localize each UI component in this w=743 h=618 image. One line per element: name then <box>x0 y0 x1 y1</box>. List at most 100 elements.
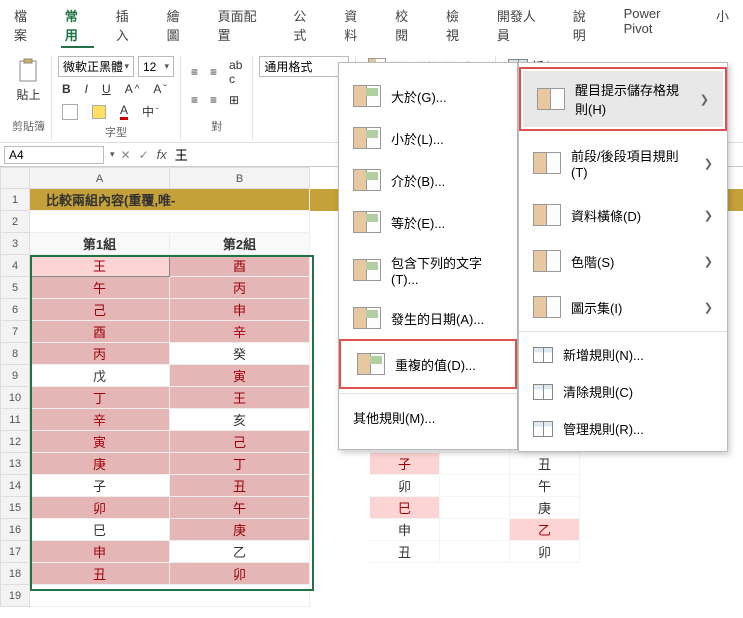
cell[interactable]: 庚 <box>170 519 310 541</box>
cell[interactable]: 子 <box>30 475 170 497</box>
row-header[interactable]: 14 <box>0 475 30 497</box>
row-header[interactable]: 18 <box>0 563 30 585</box>
cell[interactable]: 乙 <box>510 519 580 541</box>
menu-item[interactable]: 前段/後段項目規則(T)❯ <box>519 137 727 189</box>
row-header[interactable]: 8 <box>0 343 30 365</box>
cell[interactable]: 午 <box>170 497 310 519</box>
row-header[interactable]: 4 <box>0 255 30 277</box>
row-header[interactable]: 15 <box>0 497 30 519</box>
cell[interactable]: 王 <box>30 255 170 277</box>
cell[interactable]: 庚 <box>30 453 170 475</box>
cell[interactable]: 丑 <box>30 563 170 585</box>
tab-4[interactable]: 頁面配置 <box>214 4 272 48</box>
row-header[interactable]: 19 <box>0 585 30 607</box>
tab-10[interactable]: 說明 <box>569 4 602 48</box>
cell[interactable]: 己 <box>30 299 170 321</box>
cell[interactable]: 申 <box>170 299 310 321</box>
cell[interactable]: 寅 <box>170 365 310 387</box>
tab-5[interactable]: 公式 <box>289 4 322 48</box>
tab-1[interactable]: 常用 <box>61 4 94 48</box>
row-header[interactable]: 17 <box>0 541 30 563</box>
font-name-combo[interactable]: 微軟正黑體▾ <box>58 56 134 77</box>
wrap-text-button[interactable]: abc <box>225 56 246 88</box>
tab-12[interactable]: 小 <box>712 4 733 48</box>
cell[interactable]: 癸 <box>170 343 310 365</box>
menu-item-more-rules[interactable]: 其他規則(M)... <box>339 398 517 437</box>
row-header[interactable]: 2 <box>0 211 30 233</box>
cell[interactable]: 王 <box>170 387 310 409</box>
cell[interactable]: 卯 <box>510 541 580 563</box>
cell[interactable]: 己 <box>170 431 310 453</box>
row-header[interactable]: 1 <box>0 189 30 211</box>
cancel-icon[interactable]: ✕ <box>121 148 131 162</box>
cell[interactable]: 亥 <box>170 409 310 431</box>
menu-item[interactable]: 介於(B)... <box>339 159 517 201</box>
cell[interactable]: 巳 <box>370 497 440 519</box>
font-size-combo[interactable]: 12▾ <box>138 56 174 77</box>
fx-icon[interactable]: fx <box>157 147 167 162</box>
italic-button[interactable]: I <box>81 80 92 98</box>
row-header[interactable]: 6 <box>0 299 30 321</box>
menu-item[interactable]: 醒目提示儲存格規則(H)❯ <box>523 71 723 127</box>
fill-color-button[interactable] <box>88 101 110 122</box>
tab-11[interactable]: Power Pivot <box>620 4 694 48</box>
name-box[interactable] <box>4 146 104 164</box>
row-header[interactable]: 16 <box>0 519 30 541</box>
align-top-button[interactable]: ≡ <box>187 56 202 88</box>
phonetic-button[interactable]: 中ˇ <box>138 101 163 122</box>
cell[interactable]: 丑 <box>510 453 580 475</box>
menu-item[interactable]: 重複的值(D)... <box>343 343 513 385</box>
cell[interactable]: 辛 <box>30 409 170 431</box>
menu-item[interactable]: 清除規則(C) <box>519 373 727 410</box>
row-header[interactable]: 10 <box>0 387 30 409</box>
menu-item[interactable]: 資料橫條(D)❯ <box>519 195 727 235</box>
cell[interactable]: 酉 <box>30 321 170 343</box>
align-mid-button[interactable]: ≡ <box>206 56 221 88</box>
row-header[interactable]: 13 <box>0 453 30 475</box>
row-header[interactable]: 9 <box>0 365 30 387</box>
font-color-button[interactable]: A <box>116 101 132 122</box>
col-header[interactable]: B <box>170 167 310 189</box>
cell[interactable]: 丑 <box>370 541 440 563</box>
row-header[interactable]: 5 <box>0 277 30 299</box>
row-header[interactable]: 12 <box>0 431 30 453</box>
paste-button[interactable]: 貼上 <box>12 56 44 105</box>
menu-item[interactable]: 管理規則(R)... <box>519 410 727 447</box>
menu-item[interactable]: 小於(L)... <box>339 117 517 159</box>
formula-input[interactable]: 王 <box>175 145 188 164</box>
merge-button[interactable]: ⊞ <box>225 91 243 109</box>
row-header[interactable]: 3 <box>0 233 30 255</box>
menu-item[interactable]: 大於(G)... <box>339 75 517 117</box>
border-button[interactable] <box>58 101 82 122</box>
cell[interactable]: 庚 <box>510 497 580 519</box>
bold-button[interactable]: B <box>58 80 75 98</box>
cell[interactable]: 丑 <box>170 475 310 497</box>
cell[interactable]: 酉 <box>170 255 310 277</box>
tab-6[interactable]: 資料 <box>340 4 373 48</box>
cell[interactable]: 午 <box>30 277 170 299</box>
cell[interactable]: 卯 <box>370 475 440 497</box>
cell[interactable]: 寅 <box>30 431 170 453</box>
tab-8[interactable]: 檢視 <box>442 4 475 48</box>
menu-item[interactable]: 色階(S)❯ <box>519 241 727 281</box>
cell[interactable]: 丁 <box>170 453 310 475</box>
align-left-button[interactable]: ≡ <box>187 91 202 109</box>
align-center-button[interactable]: ≡ <box>206 91 221 109</box>
tab-9[interactable]: 開發人員 <box>493 4 551 48</box>
cell[interactable]: 乙 <box>170 541 310 563</box>
menu-item[interactable]: 等於(E)... <box>339 201 517 243</box>
underline-button[interactable]: U <box>98 80 115 98</box>
cell[interactable]: 卯 <box>170 563 310 585</box>
tab-3[interactable]: 繪圖 <box>163 4 196 48</box>
select-all-corner[interactable] <box>0 167 30 189</box>
cell[interactable]: 丁 <box>30 387 170 409</box>
cell[interactable]: 卯 <box>30 497 170 519</box>
cell[interactable]: 子 <box>370 453 440 475</box>
number-format-combo[interactable]: 通用格式▾ <box>259 56 349 77</box>
cell[interactable]: 丙 <box>30 343 170 365</box>
grow-font-button[interactable]: A^ <box>121 80 144 98</box>
row-header[interactable]: 7 <box>0 321 30 343</box>
tab-2[interactable]: 插入 <box>112 4 145 48</box>
cell[interactable]: 申 <box>30 541 170 563</box>
menu-item[interactable]: 圖示集(I)❯ <box>519 287 727 327</box>
